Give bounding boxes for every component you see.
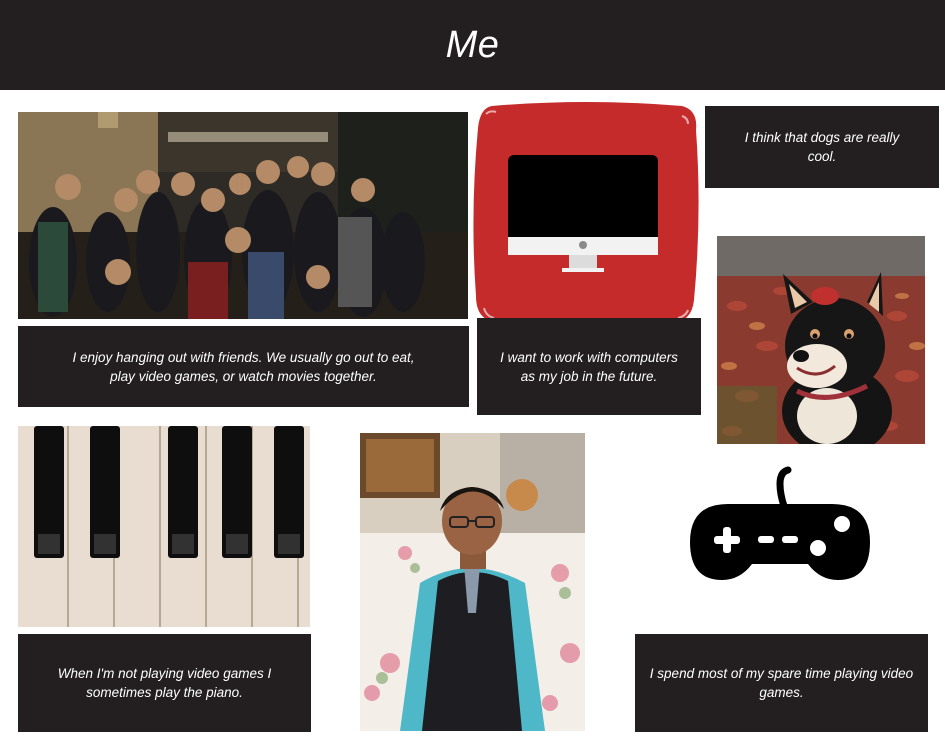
piano-keys-photo	[18, 426, 310, 627]
gamepad-icon	[688, 466, 872, 584]
portrait-photo	[360, 433, 585, 731]
dogs-caption: I think that dogs are really cool.	[705, 106, 939, 188]
dog-photo	[717, 236, 925, 444]
piano-caption: When I'm not playing video games I somet…	[18, 634, 311, 732]
friends-caption: I enjoy hanging out with friends. We usu…	[18, 326, 469, 407]
page-title: Me	[445, 23, 500, 66]
desktop-monitor-icon	[508, 155, 658, 272]
computers-caption: I want to work with computers as my job …	[477, 318, 701, 415]
games-caption: I spend most of my spare time playing vi…	[635, 634, 928, 732]
friends-group-photo	[18, 112, 468, 319]
page-header: Me	[0, 0, 945, 90]
computer-tile	[472, 100, 700, 328]
